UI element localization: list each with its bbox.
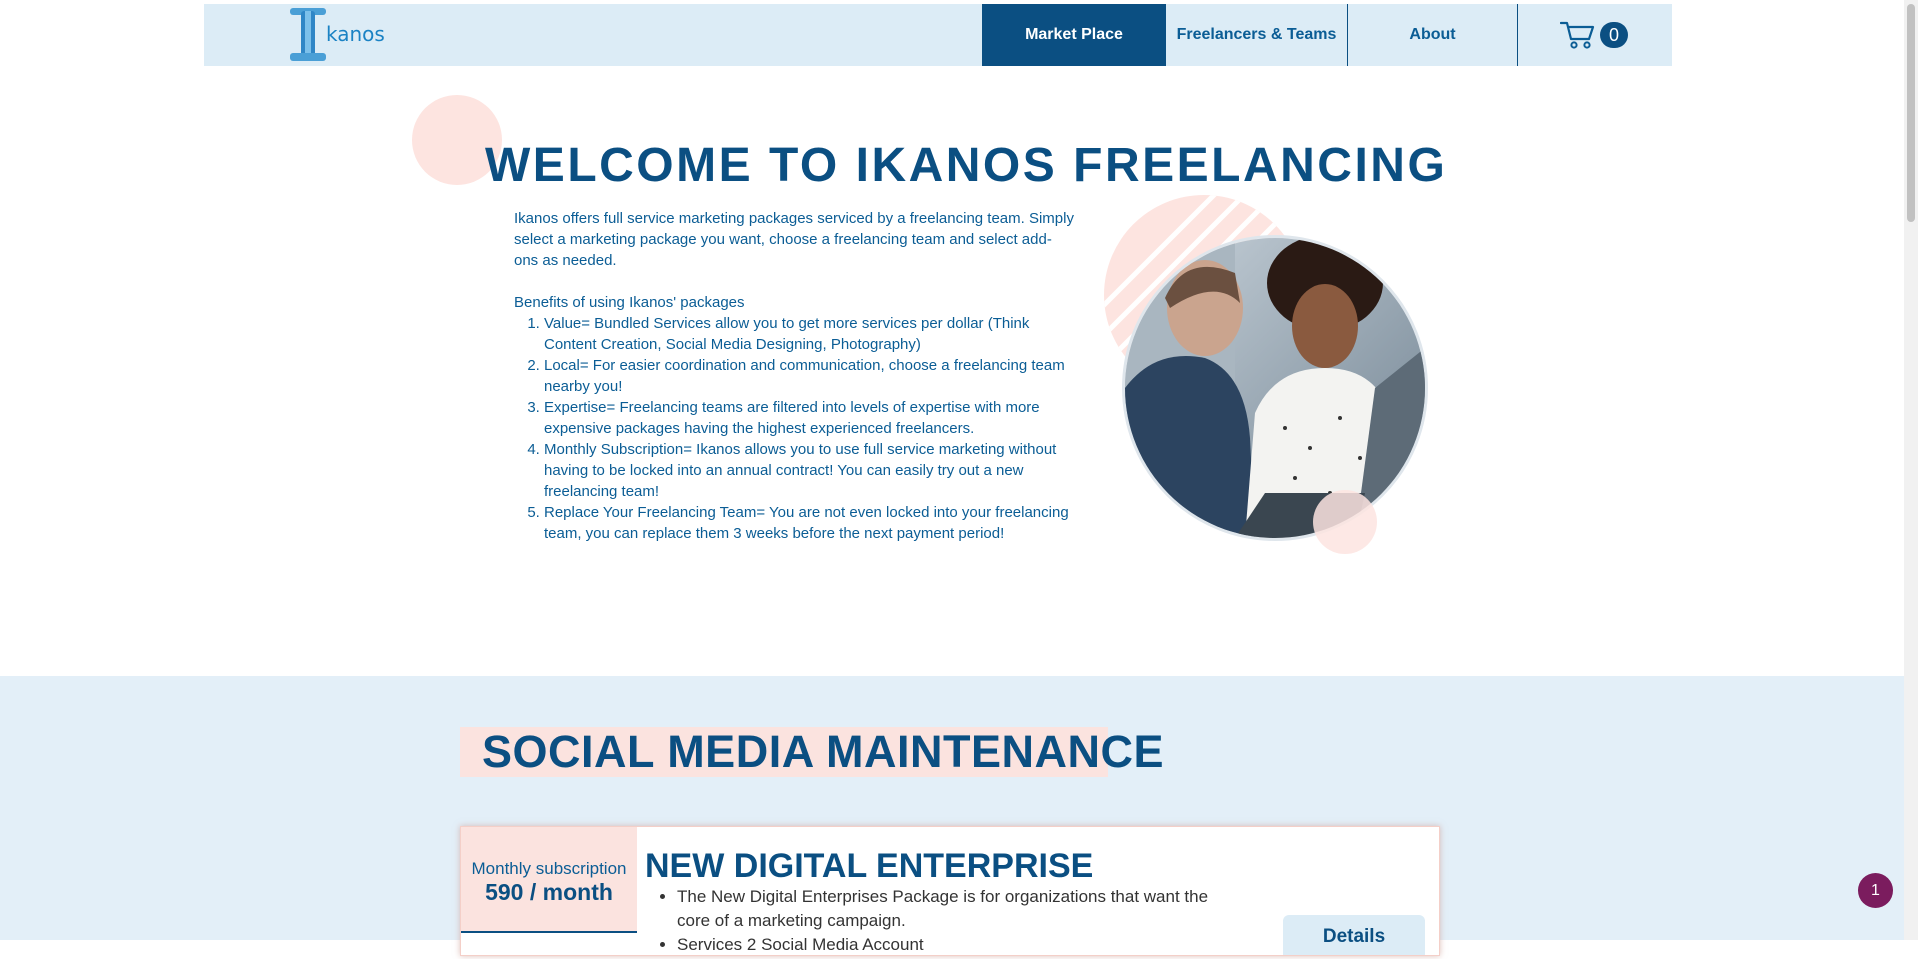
benefit-item: Expertise= Freelancing teams are filtere… [544,397,1074,439]
package-card: Monthly subscription 590 / month NEW DIG… [460,826,1440,956]
main-nav: Market Place Freelancers & Teams About [982,4,1518,66]
photo-illustration [1125,238,1425,538]
nav-about[interactable]: About [1348,4,1518,66]
cart-count-badge: 0 [1600,22,1628,48]
site-header: kanos Market Place Freelancers & Teams A… [204,4,1672,66]
benefits-list: Value= Bundled Services allow you to get… [514,313,1074,544]
price-label: Monthly subscription [471,859,627,878]
package-title: NEW DIGITAL ENTERPRISE [645,847,1094,885]
page-title: WELCOME TO IKANOS FREELANCING [485,139,1448,192]
benefit-item: Value= Bundled Services allow you to get… [544,313,1074,355]
benefit-item: Local= For easier coordination and commu… [544,355,1074,397]
package-bullet: The New Digital Enterprises Package is f… [677,885,1237,933]
price-value: 590 / month [485,879,613,905]
chat-notification-button[interactable]: 1 [1858,873,1893,908]
package-bullet: Services 2 Social Media Account [677,933,1237,957]
page-scrollbar[interactable] [1904,0,1918,940]
team-photo [1122,235,1428,541]
scrollbar-thumb[interactable] [1907,4,1915,222]
benefit-item: Replace Your Freelancing Team= You are n… [544,502,1074,544]
cart-button[interactable]: 0 [1559,20,1632,52]
package-description-list: The New Digital Enterprises Package is f… [651,885,1237,957]
benefits-heading: Benefits of using Ikanos' packages [514,294,745,311]
decorative-circle-small [1313,490,1377,554]
section-title: SOCIAL MEDIA MAINTENANCE [482,726,1165,777]
intro-paragraph: Ikanos offers full service marketing pac… [514,210,1074,269]
cart-icon [1559,21,1595,49]
intro-text-block: Ikanos offers full service marketing pac… [514,208,1074,544]
package-price-panel: Monthly subscription 590 / month [461,827,637,933]
details-button[interactable]: Details [1283,915,1425,955]
logo-text: kanos [326,22,385,46]
nav-freelancers-teams[interactable]: Freelancers & Teams [1166,4,1348,66]
nav-market-place[interactable]: Market Place [982,4,1166,66]
benefit-item: Monthly Subscription= Ikanos allows you … [544,439,1074,502]
